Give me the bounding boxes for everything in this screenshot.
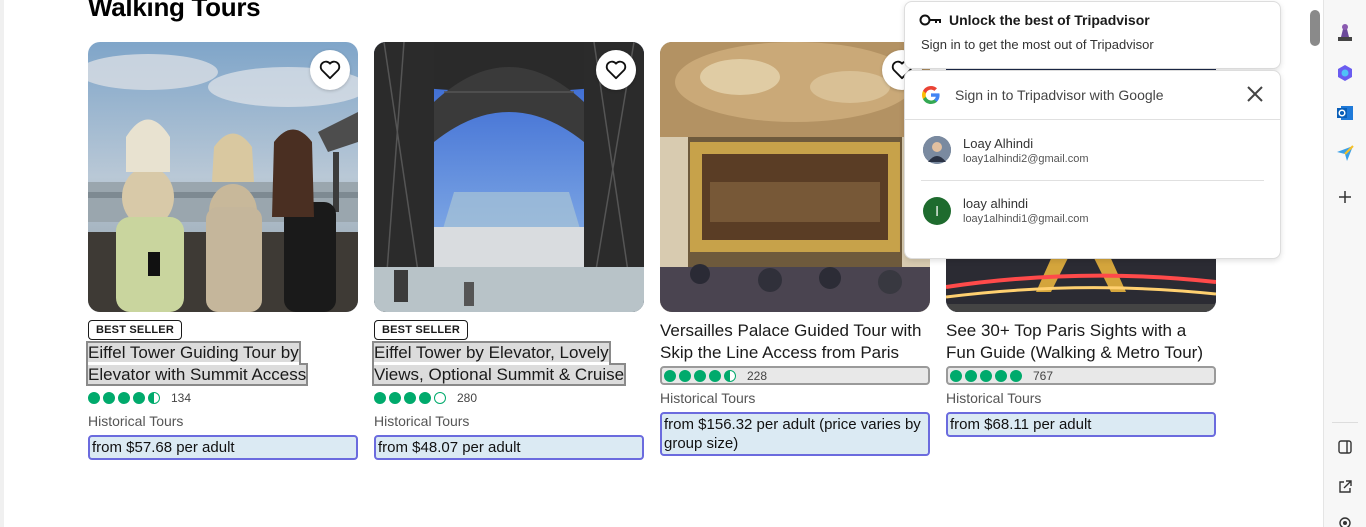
tour-price: from $68.11 per adult xyxy=(946,412,1216,437)
rating-bubbles: 228 xyxy=(660,366,930,385)
signin-banner[interactable]: Unlock the best of Tripadvisor Sign in t… xyxy=(904,1,1281,69)
tour-image[interactable] xyxy=(88,42,358,312)
sidebar-toggle-icon[interactable] xyxy=(1334,436,1356,458)
close-icon[interactable] xyxy=(1246,85,1264,108)
google-logo-icon xyxy=(922,86,940,104)
tour-card[interactable]: BEST SELLER Eiffel Tower Guiding Tour by… xyxy=(85,42,358,460)
account-name: Loay Alhindi xyxy=(963,135,1034,151)
left-edge xyxy=(0,0,4,527)
tour-title[interactable]: Versailles Palace Guided Tour with Skip … xyxy=(660,320,930,364)
outlook-icon[interactable] xyxy=(1334,102,1356,124)
google-account-item[interactable]: Loay Alhindi loay1alhindi2@gmail.com xyxy=(905,120,1280,180)
review-count: 228 xyxy=(747,368,768,383)
tour-card[interactable]: Versailles Palace Guided Tour with Skip … xyxy=(660,42,930,456)
account-email: loay1alhindi1@gmail.com xyxy=(963,213,1089,225)
tour-image[interactable] xyxy=(660,42,930,312)
tour-category: Historical Tours xyxy=(660,390,756,406)
scrollbar-thumb[interactable] xyxy=(1310,10,1320,46)
save-heart-button[interactable] xyxy=(310,50,350,90)
tour-title[interactable]: Eiffel Tower Guiding Tour by Elevator wi… xyxy=(85,341,358,386)
chess-icon[interactable] xyxy=(1334,22,1356,44)
account-email: loay1alhindi2@gmail.com xyxy=(963,152,1089,165)
save-heart-button[interactable] xyxy=(596,50,636,90)
account-name: loay alhindi xyxy=(963,196,1029,211)
add-icon[interactable] xyxy=(1334,186,1356,208)
tour-category: Historical Tours xyxy=(946,390,1042,406)
heart-icon xyxy=(605,60,627,80)
google-account-item[interactable]: l loay alhindi loay1alhindi1@gmail.com xyxy=(921,180,1264,240)
review-count: 280 xyxy=(457,391,478,405)
rating-bubbles: 134 xyxy=(88,388,358,408)
rating-bubbles: 767 xyxy=(946,366,1216,385)
tour-price: from $48.07 per adult xyxy=(374,435,644,460)
best-seller-badge: BEST SELLER xyxy=(88,320,182,340)
send-icon[interactable] xyxy=(1334,142,1356,164)
tour-card[interactable]: BEST SELLER Eiffel Tower by Elevator, Lo… xyxy=(371,42,644,460)
tour-category: Historical Tours xyxy=(374,413,470,429)
google-popup-title: Sign in to Tripadvisor with Google xyxy=(955,87,1164,103)
external-link-icon[interactable] xyxy=(1334,476,1356,498)
tour-price: from $156.32 per adult (price varies by … xyxy=(660,412,930,456)
rating-bubbles: 280 xyxy=(374,388,644,408)
key-icon xyxy=(919,14,941,26)
tour-category: Historical Tours xyxy=(88,413,184,429)
review-count: 767 xyxy=(1033,368,1054,383)
tour-image[interactable] xyxy=(374,42,644,312)
avatar xyxy=(923,136,951,164)
signin-banner-title: Unlock the best of Tripadvisor xyxy=(949,12,1150,28)
section-title: Walking Tours xyxy=(88,0,261,22)
page: Walking Tours BEST SELLER Eiffel Tower G… xyxy=(0,0,1366,527)
copilot-icon[interactable] xyxy=(1334,62,1356,84)
tour-price: from $57.68 per adult xyxy=(88,435,358,460)
google-popup-header: Sign in to Tripadvisor with Google xyxy=(905,71,1280,120)
heart-icon xyxy=(319,60,341,80)
signin-banner-subtitle: Sign in to get the most out of Tripadvis… xyxy=(921,37,1154,52)
best-seller-badge: BEST SELLER xyxy=(374,320,468,340)
tour-title[interactable]: See 30+ Top Paris Sights with a Fun Guid… xyxy=(946,320,1216,364)
settings-icon[interactable] xyxy=(1334,512,1356,527)
tour-title[interactable]: Eiffel Tower by Elevator, Lovely Views, … xyxy=(371,341,644,386)
browser-sidebar xyxy=(1323,0,1366,527)
review-count: 134 xyxy=(171,391,192,405)
avatar: l xyxy=(923,196,951,225)
google-signin-popup[interactable]: Sign in to Tripadvisor with Google Loay … xyxy=(904,70,1281,259)
